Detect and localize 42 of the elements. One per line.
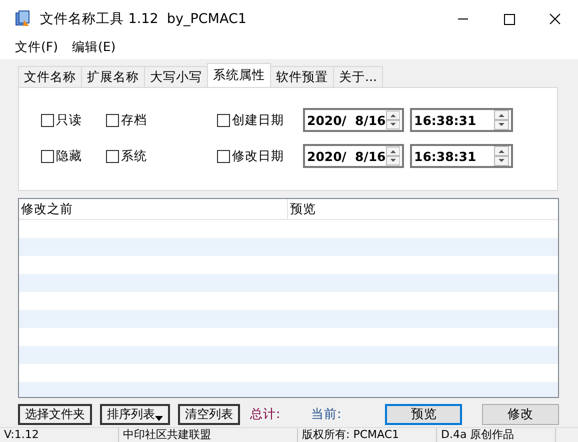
toolbar-button[interactable]: 选择文件夹: [18, 404, 92, 424]
checkbox[interactable]: [106, 114, 119, 126]
checkbox-label: 修改日期: [232, 148, 284, 164]
toolbar-button[interactable]: 清空列表: [178, 404, 240, 424]
checkbox-label: 系统: [121, 148, 147, 164]
spinner-icon[interactable]: [386, 146, 400, 166]
status-text: 版权所有: PCMAC1: [298, 428, 437, 442]
file-list[interactable]: 修改之前 预览: [18, 198, 559, 398]
spinner-icon[interactable]: [494, 146, 509, 166]
checkbox[interactable]: [106, 150, 119, 162]
time-field[interactable]: 16:38:31: [410, 108, 513, 132]
checkbox[interactable]: [217, 150, 230, 162]
caret-icon: [155, 416, 163, 420]
status-text: D.4a 原创作品: [437, 428, 556, 442]
column-header[interactable]: 修改之前: [19, 199, 288, 219]
action-button[interactable]: 预览: [385, 404, 462, 424]
app-icon: [14, 10, 32, 28]
window-title: 文件名称工具 1.12 by_PCMAC1: [40, 10, 248, 28]
counter-label: 总计:: [250, 406, 282, 422]
checkbox[interactable]: [41, 150, 54, 162]
checkbox-label: 存档: [121, 112, 147, 128]
date-field[interactable]: 2020/ 8/16: [303, 144, 404, 168]
checkbox-label: 创建日期: [232, 112, 284, 128]
column-header[interactable]: 预览: [288, 199, 316, 219]
spinner-icon[interactable]: [494, 110, 509, 130]
checkbox-label: 隐藏: [56, 148, 82, 164]
action-button[interactable]: 修改: [482, 404, 559, 424]
menu-item[interactable]: 文件(F): [15, 38, 58, 56]
checkbox-label: 只读: [56, 112, 82, 128]
tab[interactable]: 关于...: [333, 66, 383, 87]
status-text: V:1.12: [0, 428, 119, 442]
time-field[interactable]: 16:38:31: [410, 144, 513, 168]
checkbox[interactable]: [41, 114, 54, 126]
checkbox[interactable]: [217, 114, 230, 126]
sort-button[interactable]: 排序列表: [100, 404, 170, 424]
counter-label: 当前:: [310, 406, 342, 422]
date-field[interactable]: 2020/ 8/16: [303, 108, 404, 132]
spinner-icon[interactable]: [386, 110, 400, 130]
menu-item[interactable]: 编辑(E): [72, 38, 116, 56]
tab[interactable]: 文件名称: [18, 66, 82, 87]
status-text: 中印社区共建联盟: [119, 428, 298, 442]
tab[interactable]: 系统属性: [207, 63, 271, 87]
